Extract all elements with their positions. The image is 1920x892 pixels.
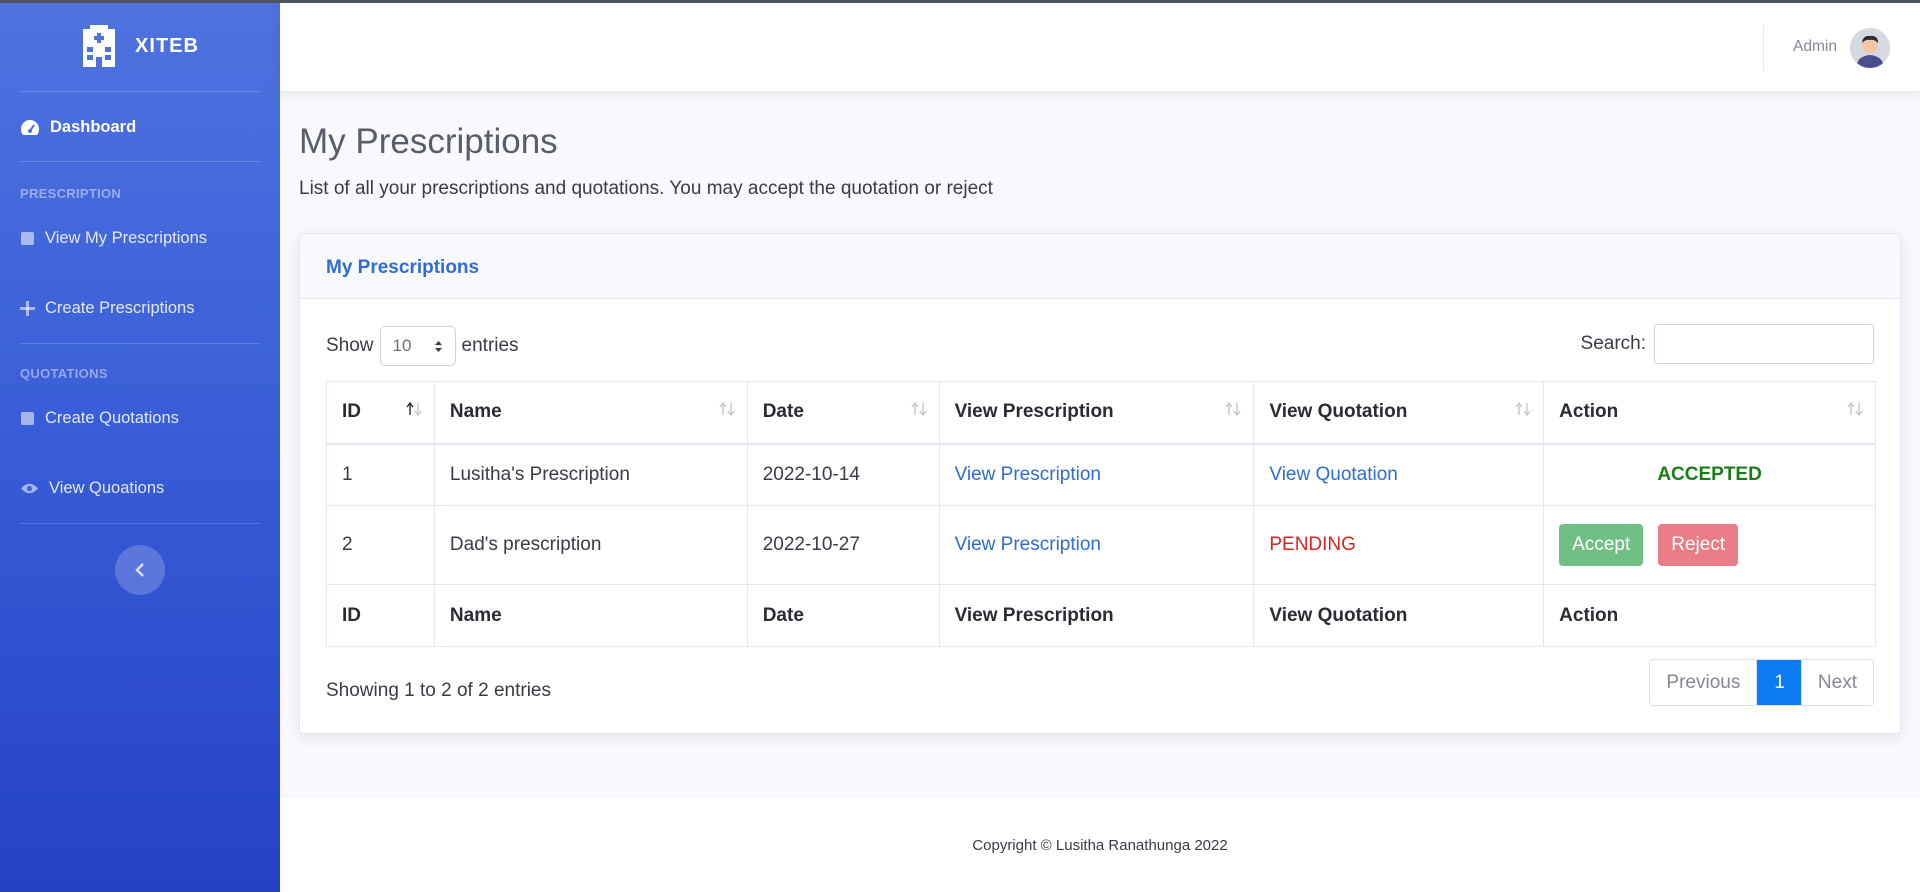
cell-name: Dad's prescription xyxy=(433,505,748,585)
reject-button[interactable]: Reject xyxy=(1658,524,1739,566)
sidebar-item-label: Dashboard xyxy=(50,118,137,136)
sort-arrows-icon xyxy=(434,340,442,352)
sidebar-item-label: Create Quotations xyxy=(45,409,179,427)
plus-icon xyxy=(20,301,35,316)
brand-name: XITEB xyxy=(135,34,199,57)
view-prescription-link[interactable]: View Prescription xyxy=(955,534,1101,555)
copyright-text: Copyright © Lusitha Ranathunga 2022 xyxy=(972,837,1228,854)
view-quotation-link[interactable]: View Quotation xyxy=(1269,464,1398,485)
square-icon xyxy=(21,412,34,425)
sidebar-divider xyxy=(20,523,260,524)
column-header-id[interactable]: ID xyxy=(326,381,435,445)
sidebar-item-dashboard[interactable]: Dashboard xyxy=(20,118,136,137)
sidebar-item-view-quotations[interactable]: View Quoations xyxy=(20,479,164,498)
cell-name: Lusitha's Prescription xyxy=(433,443,748,506)
tachometer-icon xyxy=(20,119,40,135)
status-badge: PENDING xyxy=(1269,534,1356,555)
pagination: Previous 1 Next xyxy=(1649,659,1874,706)
footer: Copyright © Lusitha Ranathunga 2022 xyxy=(280,798,1920,892)
cell-id: 1 xyxy=(326,443,435,506)
cell-date: 2022-10-27 xyxy=(746,505,940,585)
eye-icon xyxy=(21,483,38,494)
sidebar-item-label: View My Prescriptions xyxy=(45,229,207,247)
topbar-divider xyxy=(1763,25,1764,71)
footer-header-view-quotation: View Quotation xyxy=(1253,584,1545,647)
footer-header-action: Action xyxy=(1543,584,1876,647)
table-footer-row: ID Name Date View Prescription View Quot… xyxy=(326,584,1876,647)
sidebar-item-create-prescriptions[interactable]: Create Prescriptions xyxy=(20,299,194,318)
square-icon xyxy=(21,232,34,245)
entries-select[interactable]: 10 xyxy=(379,326,456,366)
prescriptions-card: My Prescriptions Show 10 entries Search:… xyxy=(299,233,1901,734)
table-row: 2 Dad's prescription 2022-10-27 View Pre… xyxy=(326,505,1876,585)
chevron-left-icon xyxy=(135,563,144,577)
search-input[interactable] xyxy=(1654,324,1874,364)
column-header-view-prescription[interactable]: View Prescription xyxy=(938,381,1255,445)
sort-icon xyxy=(719,402,735,416)
entries-label: entries xyxy=(461,335,519,356)
search-label: Search: xyxy=(1580,333,1646,354)
column-header-name[interactable]: Name xyxy=(433,381,748,445)
sidebar-item-label: Create Prescriptions xyxy=(45,299,195,317)
sidebar-heading-prescription: PRESCRIPTION xyxy=(20,186,122,201)
sort-icon xyxy=(1225,402,1241,416)
next-page-button[interactable]: Next xyxy=(1800,660,1873,705)
sidebar-item-view-my-prescriptions[interactable]: View My Prescriptions xyxy=(20,229,207,248)
footer-header-id: ID xyxy=(326,584,435,647)
sidebar-heading-quotations: QUOTATIONS xyxy=(20,366,108,381)
column-header-date[interactable]: Date xyxy=(746,381,940,445)
card-title: My Prescriptions xyxy=(326,257,480,278)
sort-icon xyxy=(1847,402,1863,416)
card-header: My Prescriptions xyxy=(300,234,1900,299)
table-header-row: ID Name Date View Prescription View Quot… xyxy=(326,381,1876,445)
window-top-border xyxy=(0,0,1920,3)
sidebar-toggle-button[interactable] xyxy=(115,545,165,595)
footer-header-name: Name xyxy=(433,584,748,647)
previous-page-button[interactable]: Previous xyxy=(1650,660,1758,705)
sidebar-divider xyxy=(20,343,260,344)
sidebar-item-label: View Quoations xyxy=(49,479,165,497)
user-name[interactable]: Admin xyxy=(1793,38,1837,56)
sidebar-divider xyxy=(20,91,260,92)
accept-button[interactable]: Accept xyxy=(1559,524,1644,566)
footer-header-date: Date xyxy=(746,584,940,647)
page-button-1[interactable]: 1 xyxy=(1757,660,1801,705)
page-title: My Prescriptions xyxy=(299,122,558,161)
sort-icon xyxy=(911,402,927,416)
cell-id: 2 xyxy=(326,505,435,585)
entries-select-value: 10 xyxy=(392,336,412,355)
cell-date: 2022-10-14 xyxy=(746,443,940,506)
page-description: List of all your prescriptions and quota… xyxy=(299,178,993,199)
sidebar-item-create-quotations[interactable]: Create Quotations xyxy=(20,409,179,428)
sidebar-brand[interactable]: XITEB xyxy=(0,0,280,92)
user-avatar-icon xyxy=(1850,28,1890,68)
status-badge: ACCEPTED xyxy=(1657,463,1762,485)
sidebar: XITEB Dashboard PRESCRIPTION View My Pre… xyxy=(0,0,280,892)
table-row: 1 Lusitha's Prescription 2022-10-14 View… xyxy=(326,443,1876,506)
view-prescription-link[interactable]: View Prescription xyxy=(955,464,1101,485)
avatar[interactable] xyxy=(1850,28,1890,68)
sort-asc-icon xyxy=(406,402,422,416)
sidebar-divider xyxy=(20,161,260,162)
entries-length-control: Show 10 entries xyxy=(326,326,519,366)
column-header-view-quotation[interactable]: View Quotation xyxy=(1253,381,1545,445)
prescriptions-table: ID Name Date View Prescription View Quot… xyxy=(326,381,1876,647)
footer-header-view-prescription: View Prescription xyxy=(938,584,1255,647)
sort-icon xyxy=(1515,402,1531,416)
table-search: Search: xyxy=(1581,324,1874,364)
column-header-action[interactable]: Action xyxy=(1543,381,1876,445)
topbar: Admin xyxy=(280,3,1920,91)
hospital-icon xyxy=(83,25,116,67)
show-label: Show xyxy=(326,335,374,356)
table-info: Showing 1 to 2 of 2 entries xyxy=(326,680,551,701)
